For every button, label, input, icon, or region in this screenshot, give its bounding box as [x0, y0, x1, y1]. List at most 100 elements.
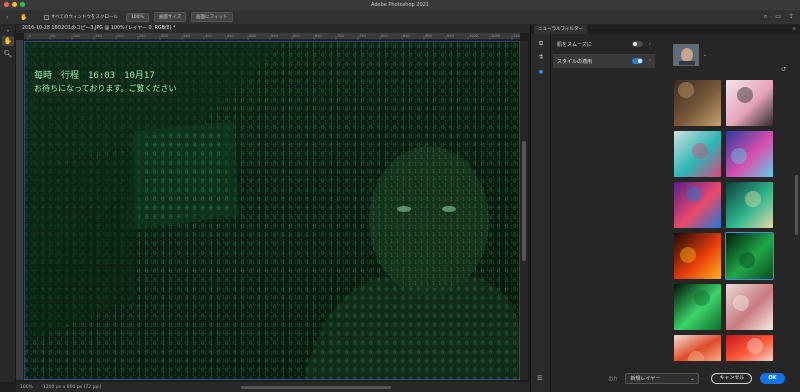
back-chevron-icon[interactable]: ‹ [6, 14, 8, 21]
beta-filters-icon[interactable]: ● [536, 68, 546, 76]
ruler-tick-label: 100 [73, 34, 80, 38]
collapse-toolbar-icon[interactable]: » [2, 28, 14, 33]
skin-smoothing-toggle[interactable] [632, 41, 643, 47]
ruler-tick-label: 900 [425, 34, 432, 38]
status-doc-size: 1200 px x 800 px (72 ppi) [42, 384, 102, 390]
matrix-style-image[interactable]: 0 1 毎時 行程 16:03 10月17 お待ちになっております。ご覧ください [23, 40, 521, 381]
style-thumbnail-eye-art[interactable] [674, 182, 721, 228]
hand-tool-icon: ✋ [20, 13, 28, 21]
fill-screen-button[interactable]: 画面にフィット [191, 12, 233, 22]
style-transfer-toggle[interactable] [632, 58, 643, 64]
panel-scrollbar[interactable] [795, 175, 798, 235]
ruler-ticks: 0 50 100 150 200 250 300 350 400 450 500 550 600 650 7… [27, 34, 522, 40]
thumbnail-image [726, 284, 773, 330]
ruler-tick-label: 300 [161, 34, 168, 38]
ruler-tick-label: 650 [315, 34, 322, 38]
thumbnail-image [674, 80, 721, 126]
preview-image [674, 45, 698, 65]
thumbnail-image [674, 284, 721, 330]
chevron-right-icon[interactable]: › [649, 41, 651, 47]
style-thumbnail-marble-pink[interactable] [726, 284, 773, 330]
window-controls [4, 2, 25, 7]
ruler-tick-label: 550 [271, 34, 278, 38]
output-value: 新規レイヤー [630, 376, 661, 382]
ruler-tick-label: 700 [337, 34, 344, 38]
style-thumbnail-lava-cracks[interactable] [674, 233, 721, 279]
close-window-button[interactable] [4, 2, 9, 7]
ruler-tick-label: 1000 [469, 34, 478, 38]
vertical-scrollbar[interactable] [520, 41, 528, 380]
style-thumbnail-grid [674, 80, 778, 361]
horizontal-scrollbar[interactable] [241, 385, 392, 389]
output-label: 出力 [608, 376, 618, 382]
all-filters-icon[interactable]: ⧉ [536, 40, 546, 48]
ruler-tick-label: 750 [359, 34, 366, 38]
checkbox-box[interactable] [43, 14, 49, 20]
status-zoom[interactable]: 100% [20, 385, 33, 390]
output-select[interactable]: 新規レイヤー ⌄ [625, 373, 700, 384]
options-bar: ‹ ✋ すべてのウィンドウをスクロール 100% 画面サイズ 画面にフィット ⌕… [0, 10, 800, 25]
scroll-thumb[interactable] [522, 141, 526, 261]
neural-filters-panel: ニューラルフィルター ≡ ⧉ ⚗ ● 肌をスムーズに › スタイルの適用 › ⌄… [530, 25, 800, 392]
status-bar: 100% 1200 px x 800 px (72 ppi) [16, 382, 530, 392]
document-tab[interactable]: 2016-10-28 16O2O1のコピー3.JPG @ 100% (レイヤー … [16, 25, 530, 33]
thumbnail-image [674, 182, 721, 228]
style-thumbnail-red-abstract[interactable] [674, 335, 721, 361]
layers-icon[interactable]: ☰ [537, 375, 542, 382]
ruler-tick-label: 250 [139, 34, 146, 38]
filter-list: 肌をスムーズに › スタイルの適用 › [553, 37, 655, 71]
hand-tool-icon[interactable]: ✋ [2, 36, 14, 46]
thumbnail-image [726, 233, 773, 279]
tab-neural-filters[interactable]: ニューラルフィルター [534, 25, 587, 34]
thumbnail-image [726, 131, 773, 177]
scroll-all-label: すべてのウィンドウをスクロール [50, 15, 118, 20]
chevron-down-icon: ⌄ [690, 375, 695, 382]
ruler-tick-label: 500 [249, 34, 256, 38]
share-icon[interactable]: ⇪ [789, 13, 794, 21]
workspace-icon[interactable]: ▭ [775, 13, 781, 21]
reset-icon[interactable]: ↺ [781, 66, 786, 73]
scroll-all-windows-checkbox[interactable]: すべてのウィンドウをスクロール [43, 14, 118, 20]
tools-panel: » ✋ 🔍︎ [0, 25, 16, 382]
sign-text-line2: お待ちになっております。ご覧ください [34, 83, 177, 93]
filter-label: 肌をスムーズに [557, 41, 592, 48]
filter-row-style-transfer[interactable]: スタイルの適用 › [553, 54, 655, 68]
ruler-tick-label: 1050 [491, 34, 500, 38]
title-bar: Adobe Photoshop 2021 [0, 0, 800, 10]
ruler-tick-label: 400 [205, 34, 212, 38]
thumbnail-image [726, 335, 773, 361]
style-thumbnail-fluid-paint[interactable] [726, 131, 773, 177]
ruler-tick-label: 450 [227, 34, 234, 38]
chevron-down-icon[interactable]: ⌄ [703, 52, 707, 58]
chevron-right-icon[interactable]: › [649, 58, 651, 64]
zoom-window-button[interactable] [20, 2, 25, 7]
zoom-100-button[interactable]: 100% [125, 12, 149, 22]
window-title: Adobe Photoshop 2021 [371, 2, 429, 8]
minimize-window-button[interactable] [12, 2, 17, 7]
document-tab-title: 2016-10-28 16O2O1のコピー3.JPG @ 100% (レイヤー … [22, 26, 176, 31]
panel-tab-bar: ニューラルフィルター ≡ [531, 25, 800, 34]
style-thumbnail-teal-swirl[interactable] [726, 182, 773, 228]
ruler-tick-label: 350 [183, 34, 190, 38]
zoom-tool-icon[interactable]: 🔍︎ [2, 49, 14, 59]
panel-menu-icon[interactable]: ≡ [792, 25, 796, 34]
style-thumbnail-dark-room[interactable] [674, 80, 721, 126]
neural-filters-sidebar: ⧉ ⚗ ● [531, 34, 551, 392]
thumbnail-image [726, 182, 773, 228]
document-canvas[interactable]: 0 1 毎時 行程 16:03 10月17 お待ちになっております。ご覧ください [23, 40, 521, 381]
style-thumbnail-green-code[interactable] [674, 284, 721, 330]
style-thumbnail-matrix-code[interactable] [725, 232, 774, 280]
ruler-tick-label: 850 [403, 34, 410, 38]
panel-footer: ☰ 出力 新規レイヤー ⌄ キャンセル OK [531, 365, 800, 392]
ruler-tick-label: 150 [95, 34, 102, 38]
featured-filters-icon[interactable]: ⚗ [536, 54, 546, 62]
fit-screen-button[interactable]: 画面サイズ [153, 12, 187, 22]
style-thumbnail-pink-face[interactable] [726, 80, 773, 126]
style-preview-thumbnail[interactable] [673, 44, 699, 66]
style-thumbnail-crimson[interactable] [726, 335, 773, 361]
filter-row-skin-smoothing[interactable]: 肌をスムーズに › [553, 37, 655, 51]
search-icon[interactable]: ⌕ [764, 13, 767, 21]
ok-button[interactable]: OK [760, 373, 785, 384]
style-thumbnail-mask-face[interactable] [674, 131, 721, 177]
cancel-button[interactable]: キャンセル [711, 373, 753, 384]
